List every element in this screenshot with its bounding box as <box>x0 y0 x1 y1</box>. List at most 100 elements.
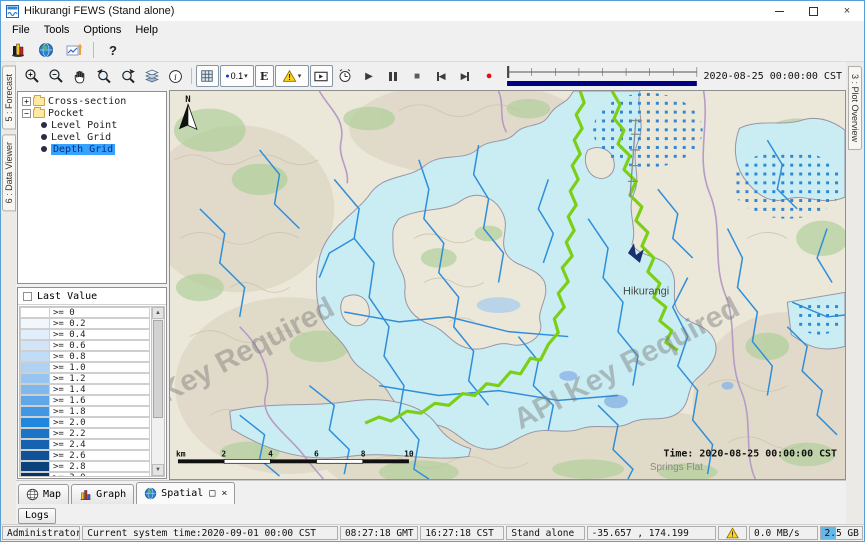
stop-button[interactable]: ■ <box>406 65 429 87</box>
legend-row[interactable]: >= 0.2 <box>20 318 164 329</box>
tree-node-label: Pocket <box>48 108 84 119</box>
zoom-in-button[interactable] <box>20 65 43 87</box>
tree-node-depth-grid[interactable]: Depth Grid <box>19 143 165 155</box>
scroll-down-icon[interactable]: ▼ <box>152 464 164 476</box>
window-close-icon[interactable]: × <box>830 1 864 21</box>
spatial-display-button[interactable] <box>34 40 58 60</box>
tab-spatial[interactable]: Spatial □ × <box>136 482 235 504</box>
legend-row[interactable]: >= 1.2 <box>20 373 164 384</box>
scroll-up-icon[interactable]: ▲ <box>152 307 164 319</box>
folder-icon <box>33 97 45 106</box>
scale-tick-label: 6 <box>314 449 319 458</box>
legend-scrollbar[interactable]: ▲ ▼ <box>151 307 164 476</box>
logs-button[interactable]: Logs <box>18 508 56 524</box>
scroll-thumb[interactable] <box>153 320 163 418</box>
legend-row[interactable]: >= 0.4 <box>20 329 164 340</box>
play-button[interactable]: ▶ <box>358 65 381 87</box>
legend-row[interactable]: >= 1.6 <box>20 395 164 406</box>
tree-node-level-grid[interactable]: Level Grid <box>19 131 165 143</box>
legend-row[interactable]: >= 1.0 <box>20 362 164 373</box>
legend-list[interactable]: >= 0 >= 0.2 >= 0.4 >= 0.6 >= 0.8 >= 1.0 … <box>19 306 165 477</box>
menu-file[interactable]: File <box>5 23 37 37</box>
panel-minimize-icon[interactable]: □ <box>209 488 215 499</box>
window-maximize-icon[interactable] <box>796 1 830 21</box>
legend-color-swatch <box>20 428 50 439</box>
status-warning-cell[interactable]: ! <box>718 526 748 540</box>
legend-row[interactable]: >= 2.0 <box>20 417 164 428</box>
legend-color-swatch <box>20 351 50 362</box>
zoom-previous-button[interactable] <box>92 65 115 87</box>
tab-map[interactable]: Map <box>18 484 69 504</box>
help-button[interactable]: ? <box>101 40 125 60</box>
menu-help[interactable]: Help <box>128 23 165 37</box>
layers-icon <box>144 68 160 84</box>
legend-row[interactable]: >= 2.4 <box>20 439 164 450</box>
tab-graph-label: Graph <box>96 489 126 500</box>
clock-icon <box>337 68 353 84</box>
scale-unit-label: km <box>176 449 186 458</box>
legend-row[interactable]: >= 2.8 <box>20 461 164 472</box>
status-bar: Administrator Current system time:2020-0… <box>1 524 864 541</box>
magnifier-minus-icon <box>48 68 64 84</box>
time-slider-handle[interactable] <box>507 66 509 78</box>
last-value-checkbox[interactable] <box>23 292 32 301</box>
globe-icon <box>38 42 54 58</box>
labels-toggle-button[interactable]: E <box>255 65 274 87</box>
spatial-layer-tree[interactable]: + Cross-section − Pocket Level Point <box>17 91 167 284</box>
legend-row-label: >= 0.6 <box>50 340 150 351</box>
legend-row[interactable]: >= 0 <box>20 307 164 318</box>
animation-export-button[interactable] <box>310 65 333 87</box>
lake <box>477 297 521 313</box>
tree-node-cross-section[interactable]: + Cross-section <box>19 95 165 107</box>
legend-row-label: >= 1.4 <box>50 384 150 395</box>
expand-plus-icon[interactable]: + <box>22 97 31 106</box>
legend-row[interactable]: >= 1.4 <box>20 384 164 395</box>
window-minimize-icon[interactable] <box>762 1 796 21</box>
tab-forecast[interactable]: 5 : Forecast <box>2 66 16 130</box>
classbreaks-dropdown[interactable]: ● 0.1 ▾ <box>220 65 254 87</box>
title-bar[interactable]: Hikurangi FEWS (Stand alone) × <box>1 1 864 21</box>
legend-row[interactable]: >= 2.2 <box>20 428 164 439</box>
map-canvas[interactable]: API Key Required API Key Required Hikura… <box>169 90 846 480</box>
tree-node-level-point[interactable]: Level Point <box>19 119 165 131</box>
layers-button[interactable] <box>140 65 163 87</box>
status-memory: 2.5 GB <box>820 526 863 540</box>
database-explorer-button[interactable] <box>6 40 30 60</box>
time-settings-button[interactable] <box>334 65 357 87</box>
record-button[interactable]: ● <box>478 65 501 87</box>
pan-button[interactable] <box>68 65 91 87</box>
legend-row-label: >= 2.6 <box>50 450 150 461</box>
panel-close-icon[interactable]: × <box>221 488 227 499</box>
bar-chart-icon <box>79 488 92 501</box>
zoom-next-button[interactable] <box>116 65 139 87</box>
time-slider[interactable] <box>506 64 699 88</box>
leaf-bullet-icon <box>41 122 47 128</box>
legend-color-swatch <box>20 362 50 373</box>
legend-row[interactable]: >= 3.0 <box>20 472 164 477</box>
step-back-button[interactable]: ◀ <box>430 65 453 87</box>
info-button[interactable]: i <box>164 65 187 87</box>
legend-row[interactable]: >= 1.8 <box>20 406 164 417</box>
pause-button[interactable] <box>382 65 405 87</box>
legend-row[interactable]: >= 0.8 <box>20 351 164 362</box>
svg-text:!: ! <box>288 73 291 82</box>
zoom-out-button[interactable] <box>44 65 67 87</box>
legend-row-label: >= 1.8 <box>50 406 150 417</box>
timeline-datetime: 2020-08-25 00:00:00 CST <box>704 71 844 82</box>
tab-plot-overview[interactable]: 3 : Plot Overview <box>848 66 862 150</box>
timeseries-display-button[interactable] <box>62 40 86 60</box>
tab-graph[interactable]: Graph <box>71 484 134 504</box>
tab-data-viewer[interactable]: 6 : Data Viewer <box>2 134 16 211</box>
thresholds-dropdown[interactable]: ! ▾ <box>275 65 309 87</box>
legend-row[interactable]: >= 0.6 <box>20 340 164 351</box>
menu-tools[interactable]: Tools <box>37 23 77 37</box>
legend-row[interactable]: >= 2.6 <box>20 450 164 461</box>
legend-row-label: >= 0.2 <box>50 318 150 329</box>
tab-map-label: Map <box>43 489 61 500</box>
step-forward-button[interactable]: ▶ <box>454 65 477 87</box>
legend-color-swatch <box>20 329 50 340</box>
tree-node-pocket[interactable]: − Pocket <box>19 107 165 119</box>
menu-options[interactable]: Options <box>76 23 128 37</box>
grid-display-button[interactable] <box>196 65 219 87</box>
collapse-minus-icon[interactable]: − <box>22 109 31 118</box>
